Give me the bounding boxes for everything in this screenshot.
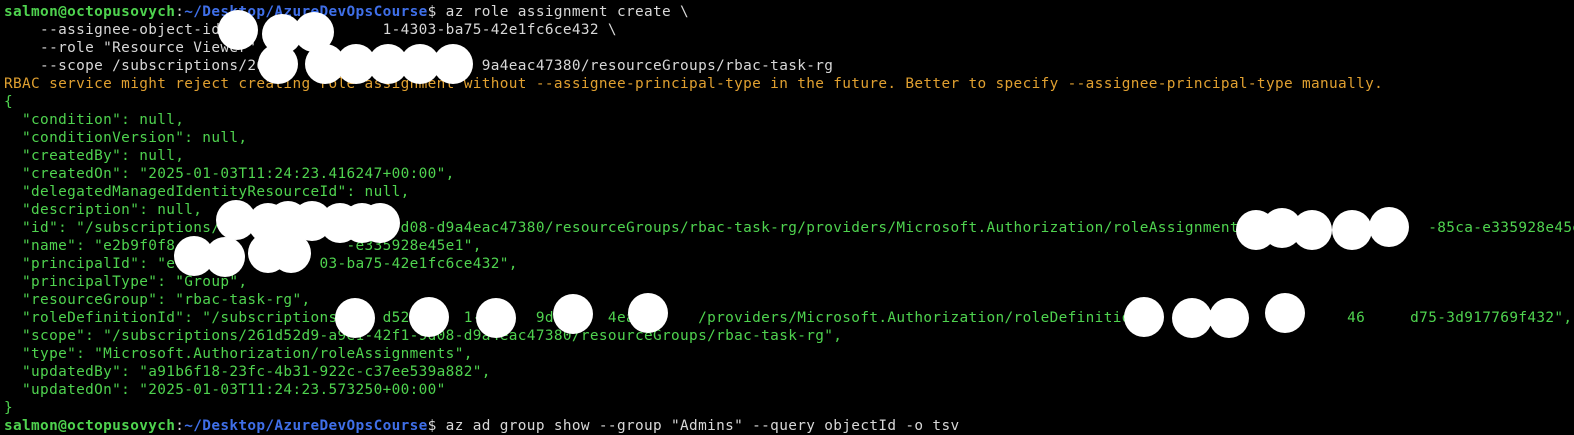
terminal-line: "updatedBy": "a91b6f18-23fc-4b31-922c-c3… xyxy=(4,363,1574,381)
terminal-text: "updatedBy": "a91b6f18-23fc-4b31-922c-c3… xyxy=(4,364,491,380)
terminal-text: ~/Desktop/AzureDevOpsCourse xyxy=(184,418,428,434)
terminal-line: --scope /subscriptions/26 d 9a4eac47380/… xyxy=(4,57,1574,75)
terminal-text: "createdBy": null, xyxy=(4,148,185,164)
redaction-mark xyxy=(628,293,668,333)
redaction-mark xyxy=(1265,293,1305,333)
redaction-mark xyxy=(335,298,375,338)
terminal-text: "delegatedManagedIdentityResourceId": nu… xyxy=(4,184,410,200)
terminal-line: "delegatedManagedIdentityResourceId": nu… xyxy=(4,183,1574,201)
redaction-mark xyxy=(1209,298,1249,338)
terminal-text: $ az ad group show --group "Admins" --qu… xyxy=(427,418,960,434)
terminal-line: salmon@octopusovych:~/Desktop/AzureDevOp… xyxy=(4,417,1574,435)
terminal-text: "updatedOn": "2025-01-03T11:24:23.573250… xyxy=(4,382,446,398)
terminal-line: "principalType": "Group", xyxy=(4,273,1574,291)
terminal-text: "principalType": "Group", xyxy=(4,274,248,290)
terminal-text: RBAC service might reject creating role … xyxy=(4,76,1384,92)
redaction-mark xyxy=(1332,210,1372,250)
redaction-mark xyxy=(205,237,245,277)
terminal-line: } xyxy=(4,399,1574,417)
terminal-text: salmon@octopusovych xyxy=(4,4,176,20)
redaction-mark xyxy=(476,298,516,338)
terminal-text: { xyxy=(4,94,14,110)
terminal-text: "description": null, xyxy=(4,202,203,218)
redaction-mark xyxy=(553,294,593,334)
terminal-text: : xyxy=(175,418,185,434)
terminal-text: : xyxy=(175,4,185,20)
terminal-text: "type": "Microsoft.Authorization/roleAss… xyxy=(4,346,473,362)
redaction-mark xyxy=(360,203,400,243)
terminal-line: "updatedOn": "2025-01-03T11:24:23.573250… xyxy=(4,381,1574,399)
redaction-mark xyxy=(218,10,258,50)
redaction-mark xyxy=(1124,297,1164,337)
terminal-line: { xyxy=(4,93,1574,111)
terminal-line: "condition": null, xyxy=(4,111,1574,129)
redaction-mark xyxy=(271,233,311,273)
redaction-mark xyxy=(433,44,473,84)
redaction-mark xyxy=(1172,298,1212,338)
terminal-line: "roleDefinitionId": "/subscriptions/ d52… xyxy=(4,309,1574,327)
redaction-mark xyxy=(409,297,449,337)
terminal-text: "conditionVersion": null, xyxy=(4,130,248,146)
terminal-text: "condition": null, xyxy=(4,112,185,128)
terminal-line: RBAC service might reject creating role … xyxy=(4,75,1574,93)
terminal-text: $ az role assignment create \ xyxy=(427,4,690,20)
terminal-text: } xyxy=(4,400,14,416)
terminal-line: "conditionVersion": null, xyxy=(4,129,1574,147)
terminal-line: "type": "Microsoft.Authorization/roleAss… xyxy=(4,345,1574,363)
terminal-text: "resourceGroup": "rbac-task-rg", xyxy=(4,292,311,308)
terminal-line: "resourceGroup": "rbac-task-rg", xyxy=(4,291,1574,309)
redaction-mark xyxy=(258,44,298,84)
terminal-text: "createdOn": "2025-01-03T11:24:23.416247… xyxy=(4,166,455,182)
terminal-line: "scope": "/subscriptions/261d52d9-a9e1-4… xyxy=(4,327,1574,345)
terminal-line: "createdOn": "2025-01-03T11:24:23.416247… xyxy=(4,165,1574,183)
redaction-mark xyxy=(1369,207,1409,247)
terminal-text: salmon@octopusovych xyxy=(4,418,176,434)
redaction-mark xyxy=(1292,210,1332,250)
terminal-text: "roleDefinitionId": "/subscriptions/ d52… xyxy=(4,310,1573,326)
terminal-line: "createdBy": null, xyxy=(4,147,1574,165)
